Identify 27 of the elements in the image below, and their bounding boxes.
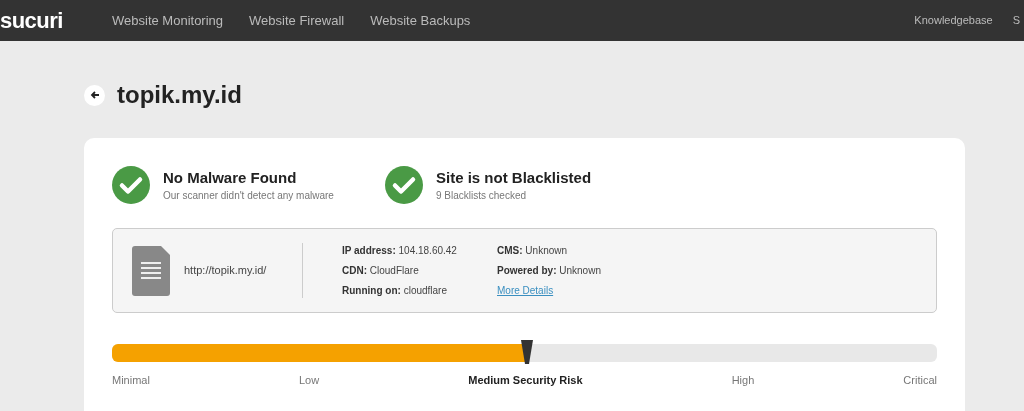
info-text: CMS: Unknown [497,243,569,258]
page-title: topik.my.id [117,80,242,110]
check-subtitle: Our scanner didn't detect any malware [163,188,334,203]
nav-link[interactable]: S [1012,12,1020,29]
risk-label: Medium Security Risk [468,373,583,388]
info-text: CDN: CloudFlare [342,263,420,278]
site-url: http://topik.my.id/ [184,263,268,279]
logo[interactable]: sucuri [0,4,80,37]
more-details-link[interactable]: More Details [497,280,601,301]
risk-label: Critical [903,373,937,388]
info-text: IP address: 104.18.60.42 [342,243,458,258]
pointer-icon [519,340,534,366]
nav-link[interactable]: Knowledgebase [914,12,993,29]
back-button[interactable] [84,84,105,106]
check-subtitle: 9 Blacklists checked [436,188,528,203]
risk-label: Low [299,373,320,388]
info-text: Running on: cloudflare [342,283,448,298]
risk-label: Minimal [112,373,150,388]
nav-link[interactable]: Website Firewall [249,10,345,31]
info-text: Powered by: Unknown [497,263,601,278]
nav-link[interactable]: Website Monitoring [112,10,224,31]
check-title: No Malware Found [163,167,298,188]
check-title: Site is not Blacklisted [436,167,592,188]
back-arrow-icon [89,90,100,100]
nav-link[interactable]: Website Backups [370,10,471,31]
risk-label: High [731,373,755,388]
document-icon [132,245,170,296]
